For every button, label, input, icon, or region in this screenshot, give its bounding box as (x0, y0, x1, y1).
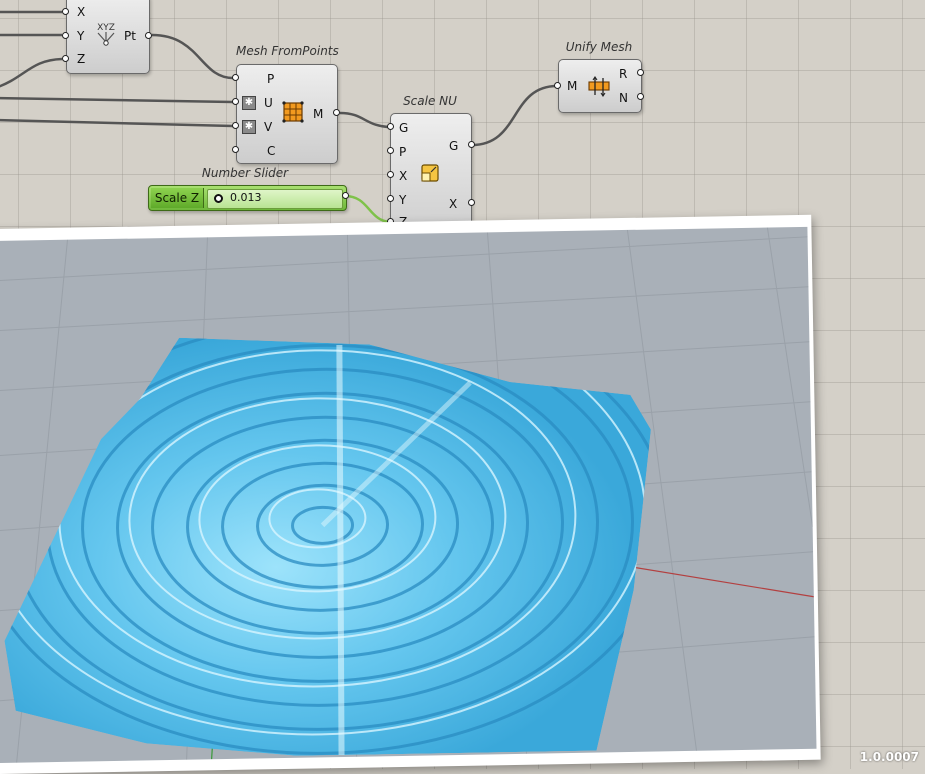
grasshopper-canvas[interactable]: X Y Z Pt XYZ Mesh FromPoints P U V C M ✱… (0, 0, 925, 774)
input-y-label[interactable]: Y (77, 29, 84, 43)
grip-z[interactable] (62, 55, 69, 62)
grip-unify-n[interactable] (637, 93, 644, 100)
wire-g-to-unify (471, 84, 558, 147)
input-x-label[interactable]: X (399, 169, 407, 183)
output-n-label[interactable]: N (619, 91, 628, 105)
grip-x[interactable] (62, 8, 69, 15)
construct-point-component[interactable]: X Y Z Pt XYZ (66, 0, 150, 74)
slider-track[interactable]: 0.013 (207, 189, 343, 209)
input-y-label[interactable]: Y (399, 193, 406, 207)
scale-nu-title: Scale NU (403, 94, 457, 108)
input-c-label[interactable]: C (267, 144, 275, 158)
grip-scale-out-x[interactable] (468, 199, 475, 206)
grip-m[interactable] (333, 109, 340, 116)
unify-mesh-icon (587, 74, 611, 98)
wire-v (0, 118, 234, 128)
grip-scale-out-g[interactable] (468, 141, 475, 148)
grip-scale-p[interactable] (387, 147, 394, 154)
mesh-frompoints-component[interactable]: P U V C M ✱ ✱ (236, 64, 338, 164)
rhino-viewport[interactable] (0, 226, 817, 764)
grip-u[interactable] (232, 98, 239, 105)
input-g-label[interactable]: G (399, 121, 408, 135)
wire-slider-to-z (344, 194, 393, 224)
wire-u (0, 96, 234, 104)
input-p-label[interactable]: P (267, 72, 274, 86)
input-u-label[interactable]: U (264, 96, 273, 110)
svg-text:XYZ: XYZ (97, 23, 115, 33)
grip-scale-x[interactable] (387, 171, 394, 178)
grip-c[interactable] (232, 146, 239, 153)
output-x-label[interactable]: X (449, 197, 457, 211)
mesh-grid-icon (282, 101, 304, 123)
wire-pt-to-p (151, 33, 234, 80)
grip-scale-g[interactable] (387, 123, 394, 130)
construct-point-icon: XYZ (93, 21, 119, 47)
mesh-frompoints-title: Mesh FromPoints (236, 44, 339, 58)
grip-slider-out[interactable] (342, 192, 349, 199)
version-label: 1.0.0007 (859, 750, 919, 764)
output-m-label[interactable]: M (313, 107, 323, 121)
slider-label: Scale Z (151, 188, 204, 208)
input-z-label[interactable]: Z (77, 52, 85, 66)
u-param-modifier-icon: ✱ (242, 96, 256, 110)
unify-mesh-component[interactable]: M R N (558, 59, 642, 113)
grip-scale-y[interactable] (387, 195, 394, 202)
grip-pt[interactable] (145, 32, 152, 39)
grip-unify-r[interactable] (637, 69, 644, 76)
grip-v[interactable] (232, 122, 239, 129)
slider-value: 0.013 (230, 191, 262, 204)
viewport-scene (0, 227, 815, 763)
viewport-frame (0, 214, 821, 774)
input-p-label[interactable]: P (399, 145, 406, 159)
v-param-modifier-icon: ✱ (242, 120, 256, 134)
unify-mesh-title: Unify Mesh (565, 40, 633, 54)
wire-m-to-g (339, 111, 393, 129)
grip-p[interactable] (232, 74, 239, 81)
number-slider-title: Number Slider (201, 166, 289, 180)
wire-z (0, 57, 63, 88)
output-g-label[interactable]: G (449, 139, 458, 153)
input-m-label[interactable]: M (567, 79, 577, 93)
output-r-label[interactable]: R (619, 67, 627, 81)
input-x-label[interactable]: X (77, 5, 85, 19)
wave-mesh (0, 329, 657, 756)
scale-z-slider[interactable]: Scale Z 0.013 (148, 185, 347, 211)
grip-y[interactable] (62, 32, 69, 39)
scale-icon (419, 162, 441, 184)
output-pt-label[interactable]: Pt (124, 29, 136, 43)
grip-unify-m[interactable] (554, 82, 561, 89)
input-v-label[interactable]: V (264, 120, 272, 134)
slider-knob[interactable] (214, 194, 223, 203)
